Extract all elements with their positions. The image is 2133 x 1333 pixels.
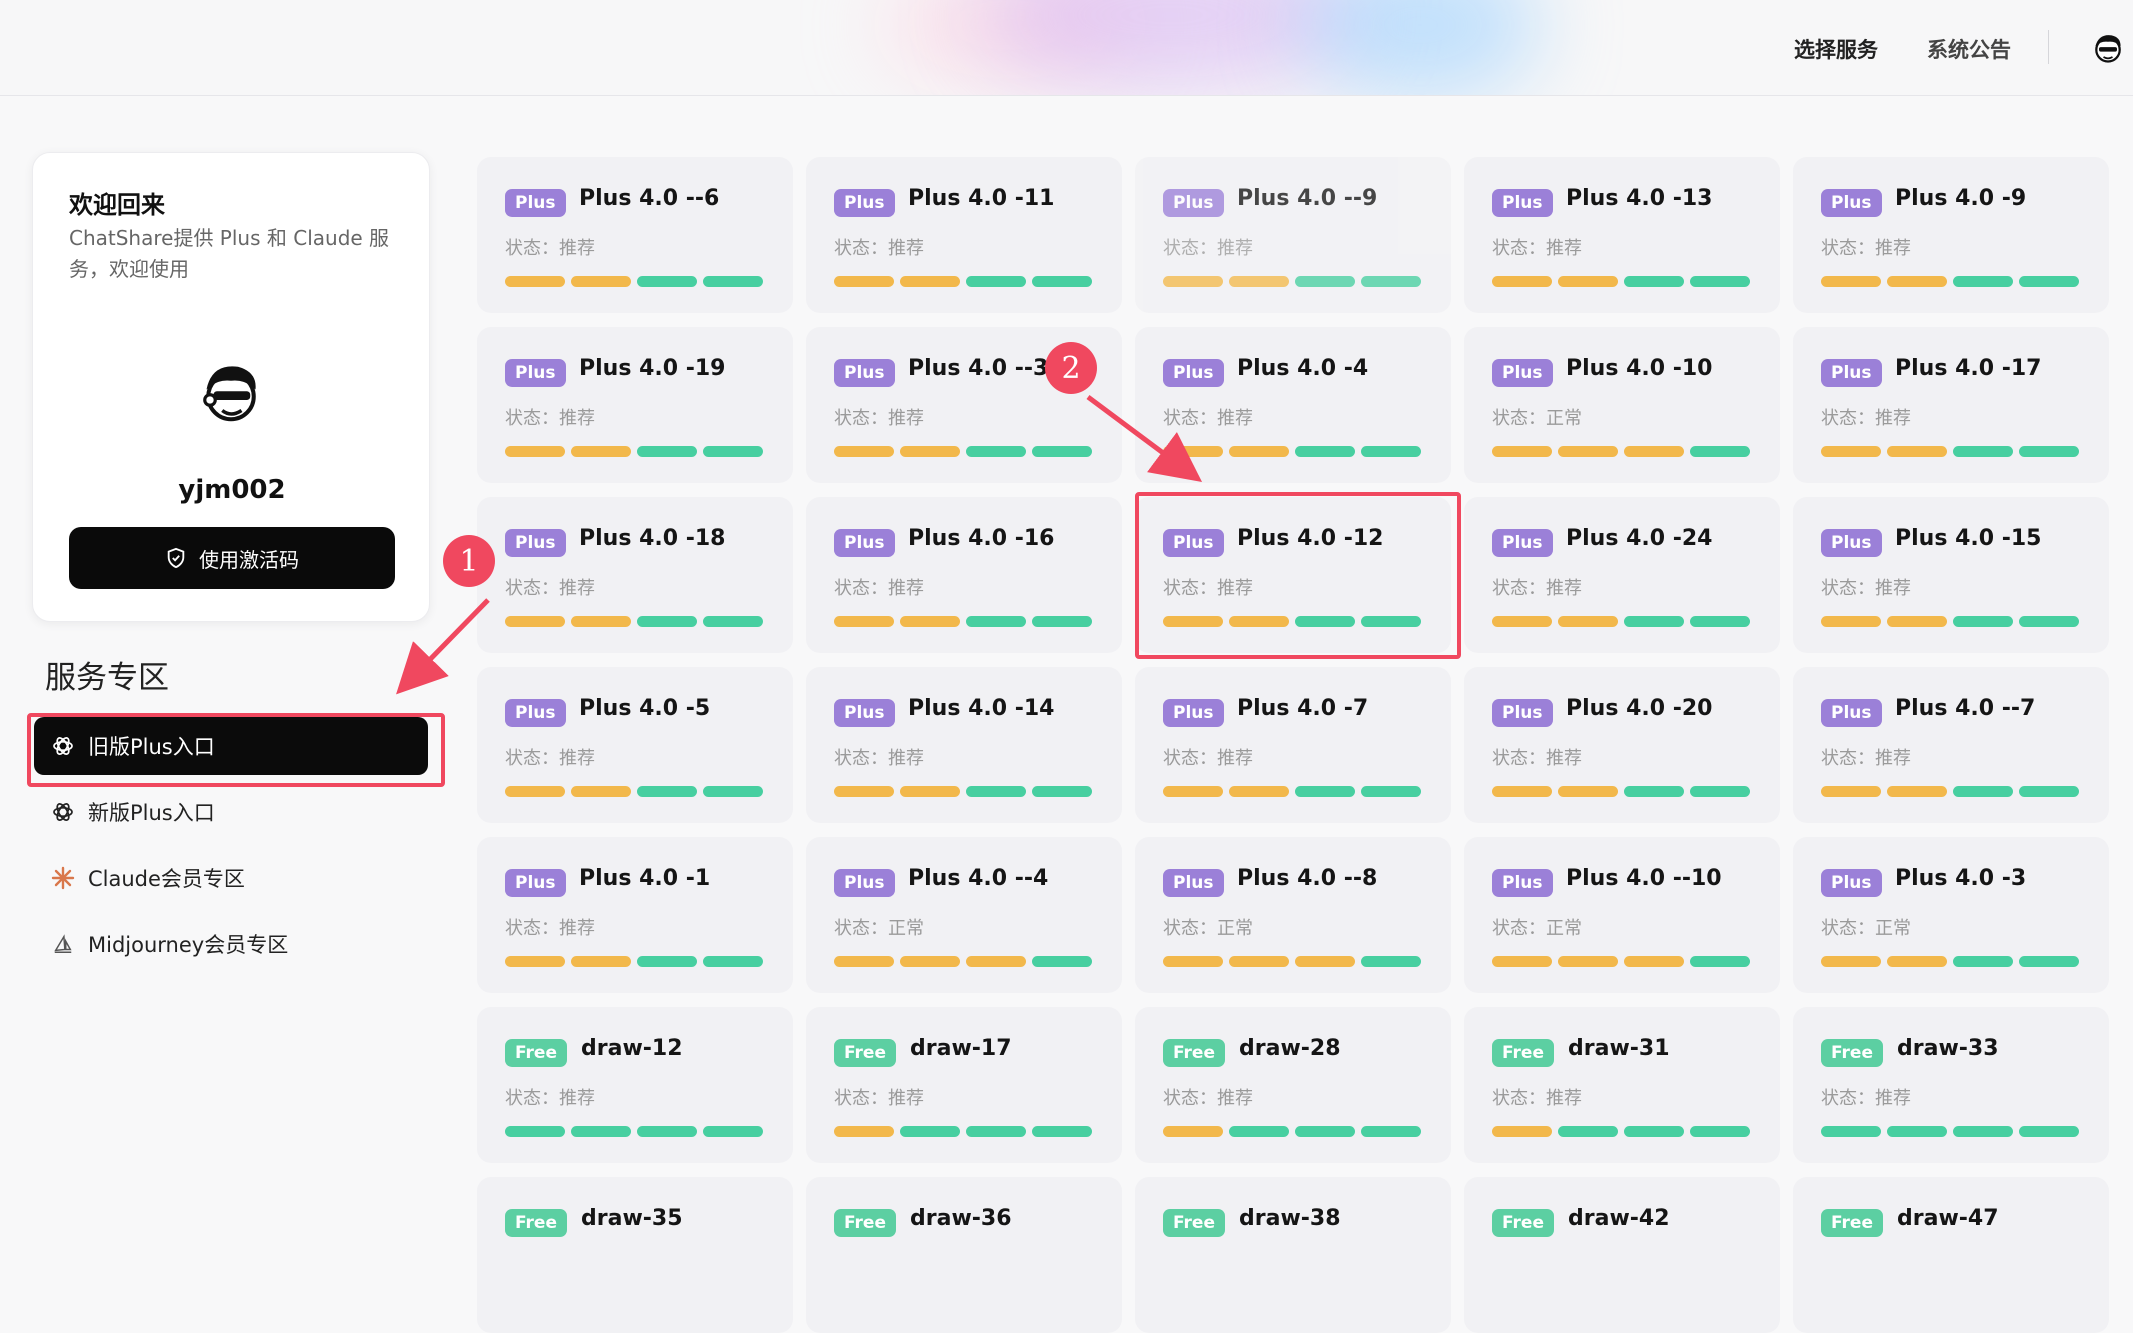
annotation-marker-1: 1 bbox=[443, 535, 495, 587]
arrow-2 bbox=[1086, 394, 1203, 482]
annotation-marker-2: 2 bbox=[1045, 342, 1097, 394]
annotation-arrows bbox=[396, 394, 1203, 695]
arrow-1 bbox=[396, 598, 490, 695]
